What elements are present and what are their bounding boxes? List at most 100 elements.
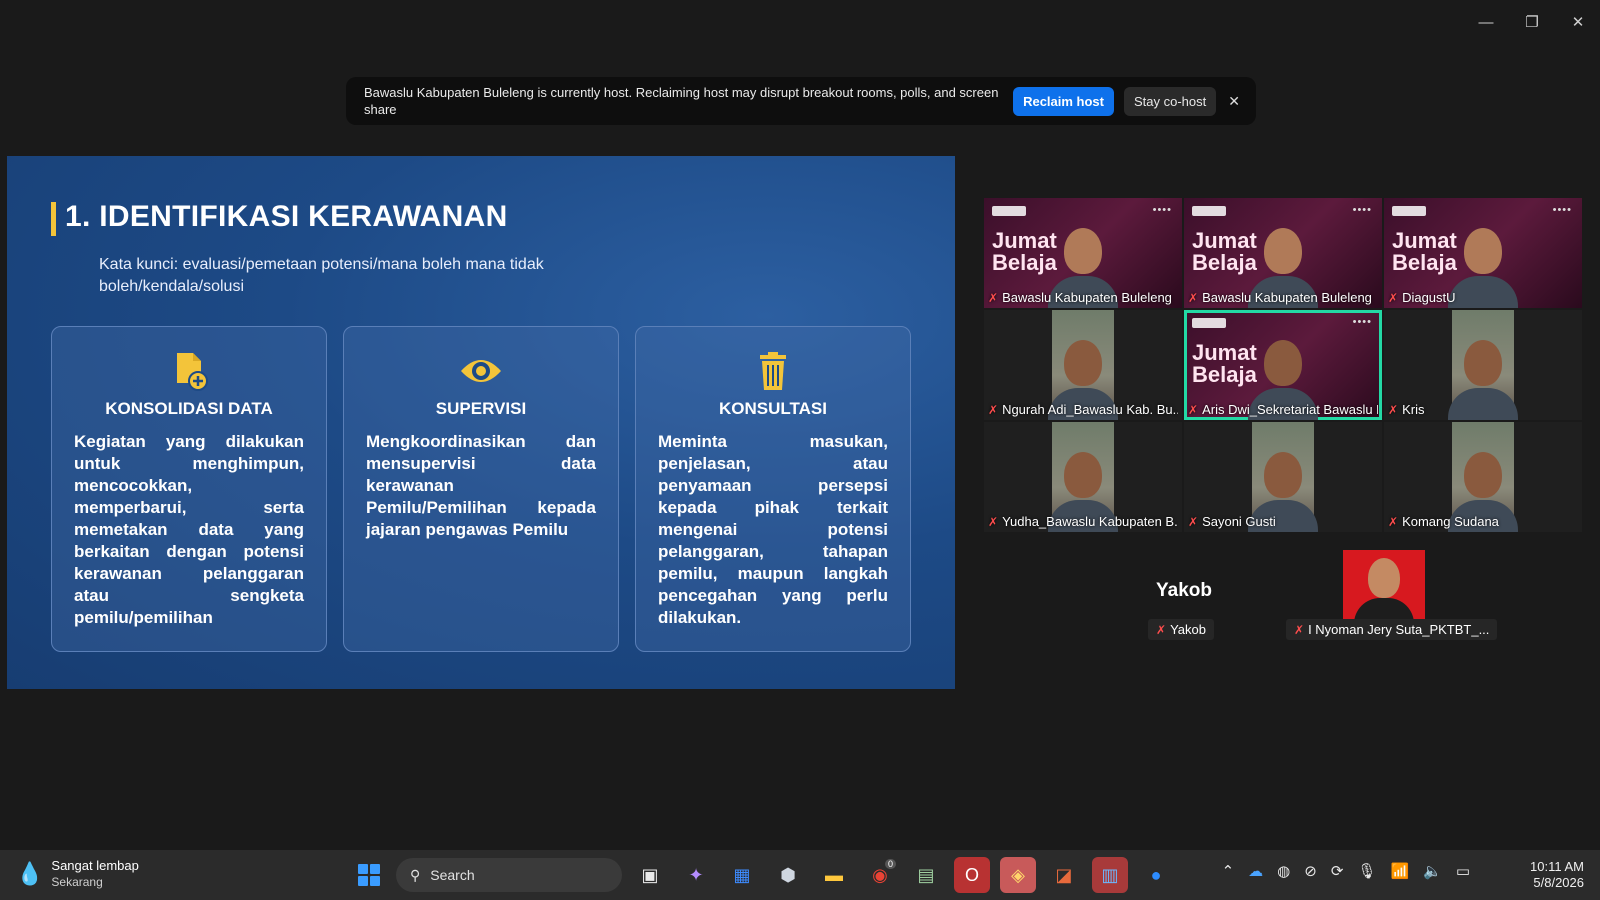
more-options-icon[interactable]: •••• (1353, 204, 1372, 216)
poster-text: Jumat Belaja (1392, 228, 1457, 275)
poster-text: Jumat Belaja (1192, 340, 1257, 387)
search-icon: ⚲ (410, 866, 421, 883)
face (1064, 340, 1102, 386)
copilot-icon[interactable]: ✦ (678, 857, 714, 893)
onedrive-icon[interactable]: ☁ (1248, 862, 1263, 880)
taskbar: 💧 Sangat lembap Sekarang ⚲ Search ▣ ✦ ▦ … (0, 850, 1600, 900)
participant-tile[interactable]: ✗ I Nyoman Jery Suta_PKTBT_... (1284, 550, 1498, 640)
slide-title: 1. IDENTIFIKASI KERAWANAN (65, 200, 508, 233)
mic-muted-icon: ✗ (1156, 622, 1167, 637)
microphone-icon[interactable]: 🎙 (1357, 862, 1376, 880)
file-add-icon (177, 353, 208, 391)
participant-name: Bawaslu Kabupaten Buleleng (1002, 290, 1172, 305)
more-options-icon[interactable]: •••• (1553, 204, 1572, 216)
participant-tile[interactable]: ✗ Yudha_Bawaslu Kabupaten B... (984, 422, 1182, 532)
mic-muted-icon: ✗ (1388, 402, 1399, 417)
participant-name-tag: ✗ Yakob (1148, 619, 1214, 640)
participant-display-name: Yakob (1156, 580, 1212, 601)
participant-tile[interactable]: Jumat Belaja •••• ✗ DiagustU (1384, 198, 1582, 308)
participant-tile[interactable]: Jumat Belaja •••• ✗ Aris Dwi_Sekretariat Ba… (1184, 310, 1382, 420)
participant-name: I Nyoman Jery Suta_PKTBT_... (1308, 622, 1490, 637)
weather-subtitle: Sekarang (51, 875, 103, 889)
eye-icon (461, 360, 501, 382)
office-icon[interactable]: ◪ (1046, 857, 1082, 893)
host-banner: Bawaslu Kabupaten Buleleng is currently … (346, 77, 1256, 125)
participant-name: Ngurah Adi_Bawaslu Kab. Bu... (1002, 402, 1178, 417)
participant-name-tag: ✗ Sayoni Gusti (1188, 514, 1378, 529)
shared-screen-slide: 1. IDENTIFIKASI KERAWANAN Kata kunci: ev… (7, 156, 955, 689)
card-body: Kegiatan yang dilakukan untuk menghimpun… (74, 432, 304, 627)
close-window-button[interactable]: ✕ (1564, 8, 1592, 36)
system-tray: ⌃ ☁ ◍ ⊘ ⟳ 🎙 📶 🔈 ▭ (1222, 862, 1470, 880)
slide-cards: KONSOLIDASI DATA Kegiatan yang dilakukan… (51, 326, 911, 652)
sync-off-icon[interactable]: ⊘ (1304, 862, 1317, 880)
participant-bottom-row: Yakob ✗ Yakob ✗ I Nyoman Jery Suta_PKTBT… (984, 550, 1584, 642)
clock[interactable]: 10:11 AM 5/8/2026 (1530, 859, 1584, 891)
chrome-icon[interactable]: ◉ 0 (862, 857, 898, 893)
browser-shield-icon[interactable]: ◈ (1000, 857, 1036, 893)
participant-name-tag: ✗ Yudha_Bawaslu Kabupaten B... (988, 514, 1178, 529)
participant-name: Yudha_Bawaslu Kabupaten B... (1002, 514, 1178, 529)
taskbar-apps: ⚲ Search ▣ ✦ ▦ ⬢ ▬ ◉ 0 ▤ O ◈ ◪ ▥ ● (352, 857, 1174, 893)
poster-text: Jumat Belaja (1192, 228, 1257, 275)
mic-muted-icon: ✗ (1388, 290, 1399, 305)
chevron-up-icon[interactable]: ⌃ (1222, 862, 1235, 880)
mic-muted-icon: ✗ (1188, 290, 1199, 305)
host-banner-message: Bawaslu Kabupaten Buleleng is currently … (364, 85, 999, 117)
stay-cohost-button[interactable]: Stay co-host (1124, 86, 1217, 116)
participant-name: Sayoni Gusti (1202, 514, 1276, 529)
participant-name: Yakob (1170, 622, 1206, 637)
battery-icon[interactable]: ▭ (1456, 862, 1470, 880)
banner-close-icon[interactable]: ✕ (1228, 93, 1240, 110)
card-body: Meminta masukan, penjelasan, atau penyam… (658, 432, 888, 627)
mic-muted-icon: ✗ (1294, 622, 1305, 637)
store-icon[interactable]: ▦ (724, 857, 760, 893)
participant-name-tag: ✗ I Nyoman Jery Suta_PKTBT_... (1286, 619, 1498, 640)
participant-tile[interactable]: ✗ Kris (1384, 310, 1582, 420)
bawaslu-logo (1192, 318, 1226, 328)
volume-icon[interactable]: 🔈 (1423, 862, 1442, 880)
task-view-icon[interactable]: ▣ (632, 857, 668, 893)
taskbar-search[interactable]: ⚲ Search (396, 858, 622, 892)
more-options-icon[interactable]: •••• (1153, 204, 1172, 216)
face (1464, 452, 1502, 498)
security-icon[interactable]: ◍ (1277, 862, 1290, 880)
file-explorer-icon[interactable]: ▬ (816, 857, 852, 893)
minimize-button[interactable]: — (1472, 8, 1500, 36)
opera-icon[interactable]: O (954, 857, 990, 893)
participant-tile[interactable]: Jumat Belaja •••• ✗ Bawaslu Kabupaten Bulel… (1184, 198, 1382, 308)
more-options-icon[interactable]: •••• (1353, 316, 1372, 328)
participant-tile[interactable]: ✗ Sayoni Gusti (1184, 422, 1382, 532)
zoom-icon[interactable]: ● (1138, 857, 1174, 893)
calculator-icon[interactable]: ▤ (908, 857, 944, 893)
participant-tile[interactable]: Yakob ✗ Yakob (1084, 550, 1284, 640)
weather-text: Sangat lembap Sekarang (51, 858, 138, 890)
face (1064, 452, 1102, 498)
window-controls: — ❐ ✕ (1472, 8, 1592, 36)
participant-tile[interactable]: ✗ Ngurah Adi_Bawaslu Kab. Bu... (984, 310, 1182, 420)
participant-name-tag: ✗ Kris (1388, 402, 1578, 417)
participant-photo (1343, 550, 1425, 624)
start-button-icon[interactable] (352, 858, 386, 892)
trash-icon (760, 352, 786, 390)
weather-widget[interactable]: 💧 Sangat lembap Sekarang (16, 858, 139, 890)
card-konsultasi: KONSULTASI Meminta masukan, penjelasan, … (635, 326, 911, 652)
slide-subtitle: Kata kunci: evaluasi/pemetaan potensi/ma… (99, 256, 544, 295)
mic-muted-icon: ✗ (1188, 514, 1199, 529)
reclaim-host-button[interactable]: Reclaim host (1013, 86, 1114, 116)
participant-name: Komang Sudana (1402, 514, 1499, 529)
participant-name-tag: ✗ Bawaslu Kabupaten Buleleng (988, 290, 1178, 305)
participant-tile[interactable]: ✗ Komang Sudana (1384, 422, 1582, 532)
participant-name: Kris (1402, 402, 1425, 417)
participant-tile[interactable]: Jumat Belaja •••• ✗ Bawaslu Kabupaten Bulel… (984, 198, 1182, 308)
participant-name: DiagustU (1402, 290, 1456, 305)
remote-desktop-icon[interactable]: ▥ (1092, 857, 1128, 893)
restore-button[interactable]: ❐ (1518, 8, 1546, 36)
participant-name-tag: ✗ Ngurah Adi_Bawaslu Kab. Bu... (988, 402, 1178, 417)
update-icon[interactable]: ⟳ (1331, 862, 1344, 880)
mic-muted-icon: ✗ (988, 514, 999, 529)
wifi-icon[interactable]: 📶 (1390, 862, 1409, 880)
participant-gallery: Jumat Belaja •••• ✗ Bawaslu Kabupaten Bulel… (984, 198, 1584, 642)
app-hexagon-icon[interactable]: ⬢ (770, 857, 806, 893)
bawaslu-logo (1192, 206, 1226, 216)
